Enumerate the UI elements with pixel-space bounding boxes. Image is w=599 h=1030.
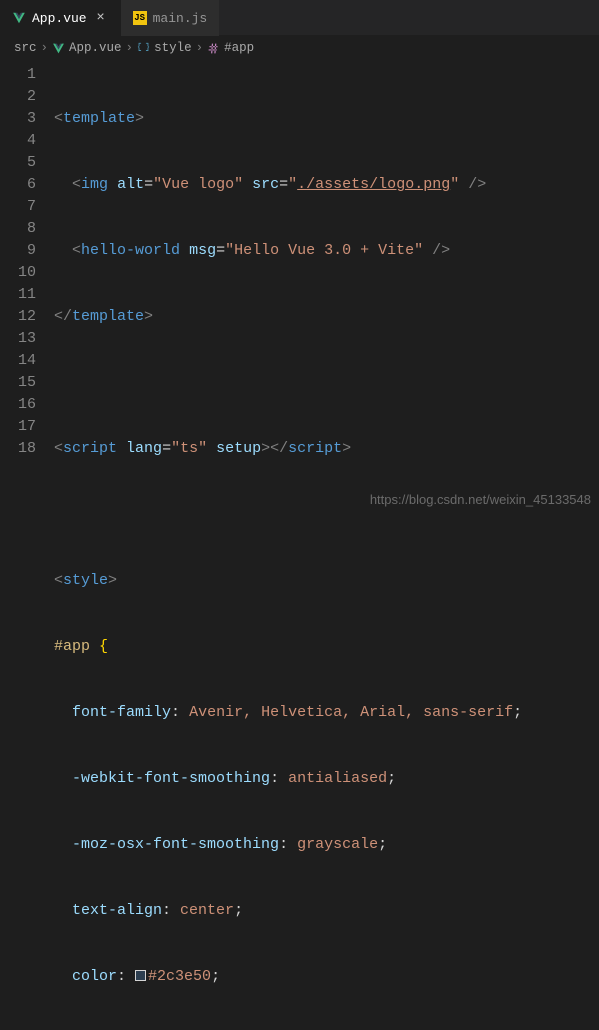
code-line: <style> — [54, 570, 599, 592]
line-gutter: 123 456 789 101112 131415 161718 — [0, 64, 54, 1030]
watermark: https://blog.csdn.net/weixin_45133548 — [370, 492, 591, 507]
js-icon: JS — [133, 11, 147, 25]
code-line: color: #2c3e50; — [54, 966, 599, 988]
vue-icon — [12, 11, 26, 25]
breadcrumb-style[interactable]: style — [137, 41, 192, 55]
code-line — [54, 504, 599, 526]
breadcrumb-src[interactable]: src — [14, 41, 37, 55]
breadcrumb-file[interactable]: App.vue — [52, 41, 122, 55]
code-line: <template> — [54, 108, 599, 130]
color-swatch[interactable] — [135, 970, 146, 981]
tab-main-js[interactable]: JS main.js — [121, 0, 220, 36]
code-line — [54, 372, 599, 394]
breadcrumb-selector[interactable]: #app — [207, 41, 254, 55]
code-line: font-family: Avenir, Helvetica, Arial, s… — [54, 702, 599, 724]
code-line: -moz-osx-font-smoothing: grayscale; — [54, 834, 599, 856]
chevron-right-icon: › — [126, 41, 134, 55]
close-icon[interactable]: × — [93, 10, 109, 26]
code-editor[interactable]: 123 456 789 101112 131415 161718 <templa… — [0, 60, 599, 1030]
chevron-right-icon: › — [196, 41, 204, 55]
code-line: <hello-world msg="Hello Vue 3.0 + Vite" … — [54, 240, 599, 262]
code-line: <script lang="ts" setup></script> — [54, 438, 599, 460]
tab-app-vue[interactable]: App.vue × — [0, 0, 121, 36]
code-line: <img alt="Vue logo" src="./assets/logo.p… — [54, 174, 599, 196]
tab-label: App.vue — [32, 11, 87, 26]
code-content[interactable]: <template> <img alt="Vue logo" src="./as… — [54, 64, 599, 1030]
vue-icon — [52, 42, 65, 55]
code-line: #app { — [54, 636, 599, 658]
code-line: -webkit-font-smoothing: antialiased; — [54, 768, 599, 790]
css-brackets-icon — [137, 42, 150, 55]
code-line: text-align: center; — [54, 900, 599, 922]
tab-bar: App.vue × JS main.js — [0, 0, 599, 36]
hash-icon — [207, 42, 220, 55]
chevron-right-icon: › — [41, 41, 49, 55]
breadcrumb[interactable]: src › App.vue › style › #app — [0, 36, 599, 60]
code-line: </template> — [54, 306, 599, 328]
tab-label: main.js — [153, 11, 208, 26]
